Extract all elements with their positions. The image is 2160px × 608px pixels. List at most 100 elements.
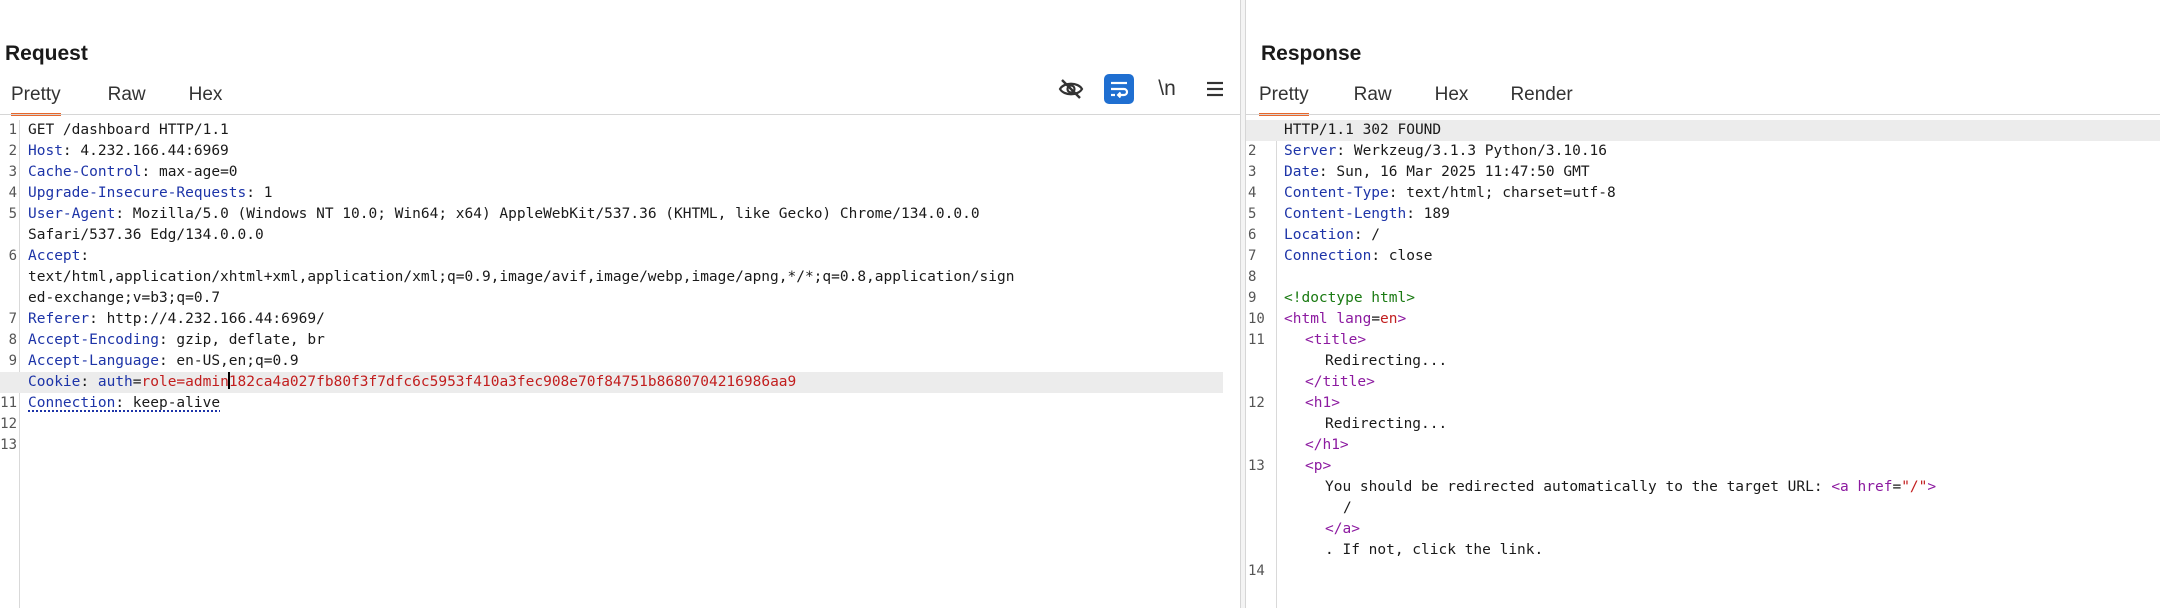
body-line: <html lang=en> bbox=[1246, 309, 2160, 330]
line-number: 14 bbox=[1248, 563, 1265, 579]
line-number: 8 bbox=[1248, 269, 1257, 285]
header-value: : 4.232.166.44:6969 bbox=[62, 143, 229, 159]
h1-text: Redirecting... bbox=[1325, 416, 1448, 432]
a-open-tag: <a bbox=[1831, 479, 1849, 495]
header-value: : text/html; charset=utf-8 bbox=[1388, 185, 1616, 201]
cookie-value-hash: 182ca4a027fb80f3f7dfc6c5953f410a3fec908e… bbox=[228, 374, 797, 390]
body-line: </h1> bbox=[1246, 435, 2160, 456]
request-editor[interactable]: 1 2 3 4 5 6 7 8 9 10 11 12 13 GET /dashb… bbox=[0, 120, 1240, 608]
body-line: </title> bbox=[1246, 372, 2160, 393]
html-tag: <html bbox=[1284, 311, 1328, 327]
html-attr: lang bbox=[1327, 311, 1372, 327]
header-value: : keep-alive bbox=[115, 395, 221, 411]
header-line: Accept-Encoding: gzip, deflate, br bbox=[0, 330, 1240, 351]
body-line: You should be redirected automatically t… bbox=[1246, 477, 2160, 498]
response-tabs: Pretty Raw Hex Render bbox=[1246, 78, 1573, 116]
header-value: : max-age=0 bbox=[141, 164, 238, 180]
cookie-equals: = bbox=[132, 374, 142, 390]
h1-close-tag: </h1> bbox=[1305, 437, 1349, 453]
p-open-tag: <p> bbox=[1305, 458, 1332, 474]
header-line: Upgrade-Insecure-Requests: 1 bbox=[0, 183, 1240, 204]
response-tab-hex[interactable]: Hex bbox=[1435, 78, 1469, 114]
header-line: Cache-Control: max-age=0 bbox=[0, 162, 1240, 183]
body-line: <!doctype html> bbox=[1246, 288, 2160, 309]
header-value: : close bbox=[1371, 248, 1433, 264]
line-number: 12 bbox=[0, 416, 17, 432]
request-tab-hex[interactable]: Hex bbox=[189, 78, 223, 114]
header-line: Connection: keep-alive bbox=[0, 393, 1240, 414]
header-name: Cookie bbox=[28, 374, 81, 390]
request-tab-pretty[interactable]: Pretty bbox=[11, 78, 61, 116]
header-name: Content-Type bbox=[1284, 185, 1389, 201]
header-line: Referer: http://4.232.166.44:6969/ bbox=[0, 309, 1240, 330]
html-attr-eq: = bbox=[1371, 311, 1381, 327]
p-text: You should be redirected automatically t… bbox=[1325, 479, 1832, 495]
wrap-lines-icon bbox=[1111, 81, 1129, 98]
header-name: Accept bbox=[28, 248, 81, 264]
title-close-tag: </title> bbox=[1305, 374, 1375, 390]
header-line: Location: / bbox=[1246, 225, 2160, 246]
header-value: Safari/537.36 Edg/134.0.0.0 bbox=[28, 227, 264, 243]
body-line: <h1> bbox=[1246, 393, 2160, 414]
request-pane: Request Pretty Raw Hex \n 1 2 3 4 5 6 7 … bbox=[0, 0, 1240, 608]
line-number: 13 bbox=[0, 437, 17, 453]
header-value: text/html,application/xhtml+xml,applicat… bbox=[28, 269, 1015, 285]
header-value: : / bbox=[1353, 227, 1381, 243]
cookie-name: auth bbox=[97, 374, 133, 390]
response-editor[interactable]: 1 2 3 4 5 6 7 8 9 10 11 12 13 14 HTTP/1.… bbox=[1246, 120, 2160, 608]
header-line: Host: 4.232.166.44:6969 bbox=[0, 141, 1240, 162]
header-value: : 189 bbox=[1406, 206, 1450, 222]
a-close-tag: </a> bbox=[1325, 521, 1360, 537]
a-attr-eq: = bbox=[1892, 479, 1902, 495]
header-value: : Mozilla/5.0 (Windows NT 10.0; Win64; x… bbox=[115, 206, 980, 222]
a-text: / bbox=[1343, 500, 1352, 516]
a-attr-value: "/" bbox=[1901, 479, 1928, 495]
header-value: : en-US,en;q=0.9 bbox=[158, 353, 299, 369]
status-text: HTTP/1.1 302 FOUND bbox=[1284, 122, 1442, 138]
header-name: Server bbox=[1284, 143, 1337, 159]
header-line-continuation: ed-exchange;v=b3;q=0.7 bbox=[0, 288, 1240, 309]
response-tab-render[interactable]: Render bbox=[1510, 78, 1572, 114]
response-title: Response bbox=[1261, 42, 1362, 65]
header-name: Connection bbox=[28, 395, 116, 411]
header-separator: : bbox=[80, 374, 98, 390]
p-tail-text: . If not, click the link. bbox=[1325, 542, 1544, 558]
request-menu-button[interactable] bbox=[1200, 74, 1230, 104]
header-line: User-Agent: Mozilla/5.0 (Windows NT 10.0… bbox=[0, 204, 1240, 225]
header-name: Location bbox=[1284, 227, 1354, 243]
hamburger-menu-icon bbox=[1207, 81, 1223, 97]
request-line-text: GET /dashboard HTTP/1.1 bbox=[28, 122, 229, 138]
header-name: Accept-Encoding bbox=[28, 332, 159, 348]
header-line: Date: Sun, 16 Mar 2025 11:47:50 GMT bbox=[1246, 162, 2160, 183]
show-newlines-button[interactable]: \n bbox=[1152, 74, 1182, 104]
response-tab-raw[interactable]: Raw bbox=[1354, 78, 1392, 114]
html-attr-value: en bbox=[1380, 311, 1398, 327]
body-line: <title> bbox=[1246, 330, 2160, 351]
header-line-continuation: text/html,application/xhtml+xml,applicat… bbox=[0, 267, 1240, 288]
request-tab-raw[interactable]: Raw bbox=[108, 78, 146, 114]
response-tab-pretty[interactable]: Pretty bbox=[1259, 78, 1309, 116]
header-name: Cache-Control bbox=[28, 164, 142, 180]
header-value: : gzip, deflate, br bbox=[158, 332, 325, 348]
body-line: <p> bbox=[1246, 456, 2160, 477]
request-title: Request bbox=[5, 42, 88, 65]
h1-open-tag: <h1> bbox=[1305, 395, 1340, 411]
header-line-continuation: Safari/537.36 Edg/134.0.0.0 bbox=[0, 225, 1240, 246]
request-toolbar: \n bbox=[1056, 74, 1230, 104]
header-value: ed-exchange;v=b3;q=0.7 bbox=[28, 290, 221, 306]
header-name: Accept-Language bbox=[28, 353, 159, 369]
response-tabs-rule bbox=[1246, 114, 2160, 115]
header-name: Upgrade-Insecure-Requests bbox=[28, 185, 247, 201]
newline-toggle-label: \n bbox=[1158, 77, 1176, 100]
a-open-tag-close: > bbox=[1927, 479, 1937, 495]
body-line: Redirecting... bbox=[1246, 414, 2160, 435]
request-line: GET /dashboard HTTP/1.1 bbox=[0, 120, 1240, 141]
body-line: . If not, click the link. bbox=[1246, 540, 2160, 561]
header-name: Connection bbox=[1284, 248, 1372, 264]
wrap-lines-button[interactable] bbox=[1104, 74, 1134, 104]
header-value: : http://4.232.166.44:6969/ bbox=[89, 311, 325, 327]
request-tabs-rule bbox=[0, 114, 1240, 115]
hide-headers-button[interactable] bbox=[1056, 74, 1086, 104]
header-value: : Werkzeug/3.1.3 Python/3.10.16 bbox=[1336, 143, 1608, 159]
header-line: Content-Length: 189 bbox=[1246, 204, 2160, 225]
